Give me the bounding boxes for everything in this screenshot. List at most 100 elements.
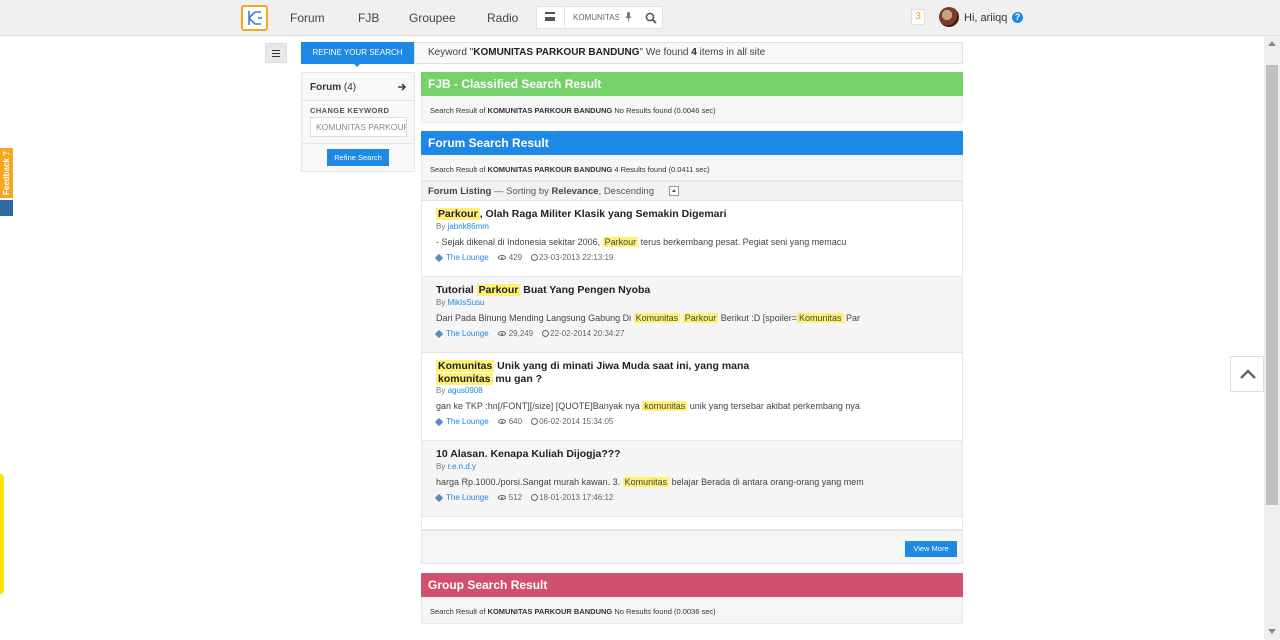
category-link[interactable]: The Lounge <box>446 493 489 502</box>
result-author: By MikIsSusu <box>436 298 484 307</box>
microphone-icon[interactable] <box>625 12 632 22</box>
list-item[interactable]: Komunitas Unik yang di minati Jiwa Muda … <box>421 353 963 441</box>
highlight-term: Komunitas <box>436 360 495 372</box>
nav-forum[interactable]: Forum <box>290 11 325 25</box>
side-yellow-tab[interactable] <box>0 474 4 594</box>
keyword-summary: Keyword "KOMUNITAS PARKOUR BANDUNG" We f… <box>414 42 963 64</box>
clock-icon <box>531 494 539 501</box>
by-label: By <box>436 298 448 307</box>
avatar[interactable] <box>939 7 959 27</box>
keyword-middle: " We found <box>639 47 692 58</box>
group-result-info: Search Result of KOMUNITAS PARKOUR BANDU… <box>430 607 716 616</box>
author-link[interactable]: MikIsSusu <box>448 298 485 307</box>
refine-search-button[interactable]: Refine Search <box>327 149 389 166</box>
forum-section-title: Forum Search Result <box>421 131 963 155</box>
view-count: 429 <box>508 253 523 262</box>
snippet-text: - Sejak dikenal di Indonesia sekitar 200… <box>436 237 603 247</box>
nav-fjb[interactable]: FJB <box>358 11 379 25</box>
by-label: By <box>436 222 448 231</box>
eye-icon <box>497 495 506 500</box>
view-more-button[interactable]: View More <box>905 541 957 557</box>
forum-listing-label: Forum Listing <box>428 186 492 197</box>
help-icon[interactable]: ? <box>1012 12 1023 23</box>
info-suffix: No Results found (0.0036 sec) <box>612 607 716 616</box>
divider <box>302 143 414 144</box>
highlight-term: komunitas <box>642 401 688 411</box>
snippet-text: Dari Pada Binung Mending Langsung Gabung… <box>436 313 634 323</box>
author-link[interactable]: jabrik86mm <box>448 222 489 231</box>
tag-icon <box>434 493 444 502</box>
back-to-top-button[interactable] <box>1230 356 1264 392</box>
result-snippet: gan ke TKP :hn[/FONT][/size] [QUOTE]Bany… <box>436 401 860 411</box>
category-link[interactable]: The Lounge <box>446 329 489 338</box>
search-icon[interactable] <box>645 12 657 24</box>
list-item[interactable]: Tutorial Parkour Buat Yang Pengen Nyoba … <box>421 277 963 353</box>
keyword-value: KOMUNITAS PARKOUR BANDUNG <box>473 47 640 58</box>
feedback-icon[interactable] <box>0 200 13 216</box>
category-link[interactable]: The Lounge <box>446 253 489 262</box>
result-author: By jabrik86mm <box>436 222 489 231</box>
clock-icon <box>531 254 539 261</box>
scroll-up-arrow-icon[interactable] <box>1268 41 1276 46</box>
search-input[interactable]: KOMUNITAS PARKOUR BANDUNG <box>573 13 619 22</box>
clock-icon <box>542 330 550 337</box>
tag-icon <box>434 329 444 338</box>
snippet-text: gan ke TKP :hn[/FONT][/size] [QUOTE]Bany… <box>436 401 643 411</box>
group-section-body: Search Result of KOMUNITAS PARKOUR BANDU… <box>421 597 963 624</box>
info-keyword: KOMUNITAS PARKOUR BANDUNG <box>487 607 613 616</box>
keyword-prefix: Keyword " <box>428 47 474 58</box>
result-title[interactable]: Tutorial Parkour Buat Yang Pengen Nyoba <box>436 284 766 297</box>
user-greeting[interactable]: Hi, ariiqq <box>964 12 1007 24</box>
feedback-tab[interactable]: Feedback ? <box>0 148 13 198</box>
nav-radio[interactable]: Radio <box>487 11 518 25</box>
result-title[interactable]: 10 Alasan. Kenapa Kuliah Dijogja??? <box>436 448 766 461</box>
result-meta: The Lounge 640 06-02-2014 15:34:05 <box>434 417 613 426</box>
info-prefix: Search Result of <box>430 106 488 115</box>
post-date: 22-02-2014 20:34:27 <box>550 329 625 338</box>
sidebar-item-forum[interactable]: Forum (4) <box>310 82 356 93</box>
clock-icon <box>531 418 539 425</box>
eye-icon <box>497 419 506 424</box>
scrollbar-thumb[interactable] <box>1266 65 1278 505</box>
top-navbar: Forum FJB Groupee Radio KOMUNITAS PARKOU… <box>0 0 1280 36</box>
collapse-icon[interactable] <box>669 186 679 196</box>
sidebar-toggle-button[interactable] <box>265 43 287 63</box>
list-item[interactable]: 10 Alasan. Kenapa Kuliah Dijogja??? By r… <box>421 441 963 517</box>
result-snippet: harga Rp.1000./porsi.Sangat murah kawan.… <box>436 477 864 487</box>
refine-sidebar: Forum (4) CHANGE KEYWORD KOMUNITAS PARKO… <box>301 72 415 172</box>
author-link[interactable]: r.e.n.d.y <box>448 462 476 471</box>
highlight-term: Parkour <box>436 208 480 220</box>
scroll-down-arrow-icon[interactable] <box>1268 629 1276 634</box>
result-title[interactable]: Komunitas Unik yang di minati Jiwa Muda … <box>436 360 766 385</box>
post-date: 23-03-2013 22:13:19 <box>539 253 614 262</box>
highlight-term: Komunitas <box>633 313 681 323</box>
author-link[interactable]: agus0908 <box>448 386 483 395</box>
fjb-section-body: Search Result of KOMUNITAS PARKOUR BANDU… <box>421 96 963 123</box>
eye-icon <box>497 331 506 336</box>
notification-badge[interactable]: 3 <box>911 9 925 25</box>
kaskus-logo[interactable] <box>241 5 268 31</box>
hamburger-icon[interactable] <box>545 12 555 21</box>
nav-groupee[interactable]: Groupee <box>409 11 456 25</box>
sorting-field[interactable]: Relevance <box>552 186 599 197</box>
view-more-row: View More <box>421 530 963 564</box>
by-label: By <box>436 386 448 395</box>
sidebar-item-count: (4) <box>343 82 357 93</box>
view-count: 512 <box>508 493 523 502</box>
view-count: 640 <box>508 417 523 426</box>
keyword-input[interactable]: KOMUNITAS PARKOUR BANDUNG <box>310 117 407 137</box>
snippet-text: unik yang tersebar akibat perkembang nya <box>687 401 860 411</box>
info-suffix: 4 Results found (0.0411 sec) <box>612 165 710 174</box>
result-snippet: - Sejak dikenal di Indonesia sekitar 200… <box>436 237 846 247</box>
arrow-right-icon[interactable] <box>397 82 407 92</box>
category-link[interactable]: The Lounge <box>446 417 489 426</box>
caret-down-icon <box>354 64 360 67</box>
refine-your-search-button[interactable]: REFINE YOUR SEARCH <box>301 42 414 64</box>
result-title[interactable]: Parkour, Olah Raga Militer Klasik yang S… <box>436 208 766 221</box>
tag-icon <box>434 253 444 262</box>
info-keyword: KOMUNITAS PARKOUR BANDUNG <box>487 106 613 115</box>
logo-icon <box>247 11 262 25</box>
change-keyword-label: CHANGE KEYWORD <box>310 106 390 115</box>
list-item[interactable]: Parkour, Olah Raga Militer Klasik yang S… <box>421 201 963 277</box>
chevron-up-icon <box>1240 369 1256 379</box>
